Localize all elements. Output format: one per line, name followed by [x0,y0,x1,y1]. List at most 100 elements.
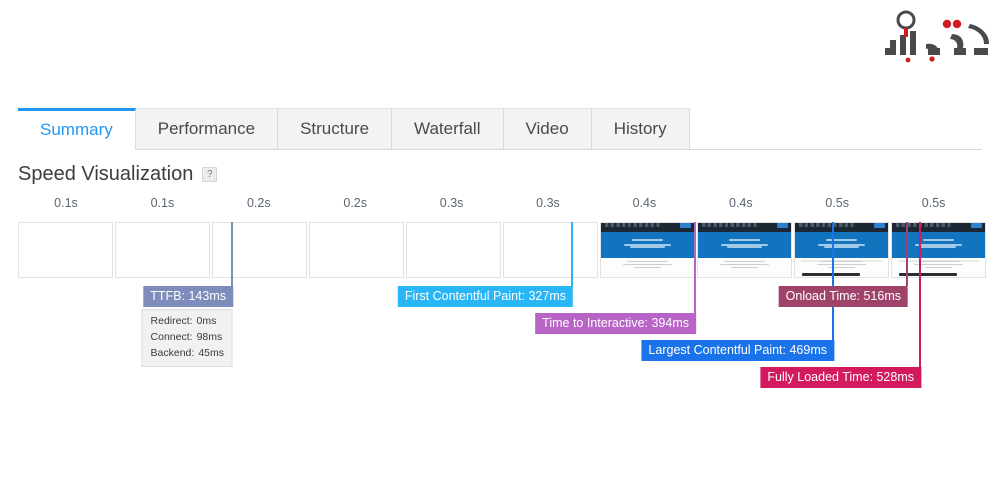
marker-label-onload-time[interactable]: Onload Time: 516ms [778,286,908,308]
filmstrip-frame[interactable] [115,222,210,278]
frame-hero [19,232,112,258]
tab-history[interactable]: History [591,108,690,149]
frame-nav-button [971,223,983,228]
tab-bar: Summary Performance Structure Waterfall Vide… [18,108,982,150]
frame-hero [116,232,209,258]
page-title: Speed Visualization [18,163,194,185]
frame-body [213,257,306,277]
tab-label: Waterfall [414,119,481,138]
timeline-tick: 0.3s [536,196,560,210]
frame-body-text [633,267,662,269]
tab-label: Video [525,119,569,138]
detail-label: Connect: [150,330,193,343]
marker-label-fully-loaded-time[interactable]: Fully Loaded Time: 528ms [760,367,921,389]
frame-nav-button [874,223,886,228]
frame-body [504,257,597,277]
detail-value: 0ms [196,315,217,327]
section-header: Speed Visualization ? [18,163,218,186]
frame-hero [504,232,597,258]
filmstrip-frame[interactable] [503,222,598,278]
detail-value: 45ms [198,346,224,359]
marker-line-onload-time [906,222,908,286]
detail-label: Redirect: [150,315,193,327]
frame-body-text [623,264,672,266]
timeline-tick: 0.2s [343,196,368,210]
frame-body-text [821,261,862,263]
frame-hero-text [922,239,955,242]
detail-row: Connect: 98ms [151,330,224,346]
filmstrip-frame[interactable] [18,222,113,278]
persian-logo-icon [885,10,989,63]
frame-nav-button [777,223,789,228]
frame-body-text [730,267,759,269]
frame-navbar [310,223,403,233]
tab-label: History [613,119,667,138]
frame-hero [601,232,694,258]
timeline-tick: 0.4s [728,196,753,210]
timeline-tick: 0.4s [632,196,657,210]
detail-label: Backend: [150,346,195,359]
detail-row: Backend: 45ms [151,346,224,362]
frame-body-text [918,261,959,263]
frame-hero [407,232,500,258]
frame-hero-text [825,239,858,242]
tab-label: Performance [157,119,256,138]
frame-product-image [899,273,958,277]
frame-body-text [720,264,769,266]
frame-body [407,257,500,277]
frame-nav-links [604,223,663,228]
frame-body [601,257,694,277]
frame-navbar [213,223,306,233]
marker-label-time-to-interactive[interactable]: Time to Interactive: 394ms [535,313,696,335]
marker-label-first-contentful-paint[interactable]: First Contentful Paint: 327ms [397,286,573,308]
marker-line-ttfb [231,222,233,286]
tab-performance[interactable]: Performance [135,108,279,149]
detail-value: 98ms [196,330,223,343]
marker-detail-ttfb: Redirect: 0ms Connect: 98ms Backend: 45ms [141,309,233,368]
frame-hero [698,232,791,258]
filmstrip-frame[interactable] [697,222,792,278]
speed-timeline: 0.1s 0.1s 0.2s 0.2s 0.3s 0.3s 0.4s 0.4s 0.5s 0.5s [0,196,1000,286]
tab-structure[interactable]: Structure [278,108,393,149]
filmstrip-frame[interactable] [794,222,889,278]
tab-summary[interactable]: Summary [18,108,136,150]
filmstrip-frame[interactable] [309,222,404,278]
frame-body [310,257,403,277]
frame-nav-button [680,223,692,228]
frame-body-text [724,261,765,263]
marker-label-ttfb[interactable]: TTFB: 143ms [143,286,233,308]
frame-navbar [116,223,209,233]
filmstrip-frame[interactable] [600,222,695,278]
frame-body [795,257,888,277]
timeline-tick: 0.1s [54,196,78,210]
marker-label-largest-contentful-paint[interactable]: Largest Contentful Paint: 469ms [641,340,834,362]
frame-nav-links [895,223,954,228]
frame-hero [213,232,306,258]
timeline-tick: 0.5s [921,196,946,210]
filmstrip-frame[interactable] [406,222,501,278]
frame-hero [310,232,403,258]
timeline-tick: 0.2s [246,196,271,210]
question-mark-icon[interactable]: ? [202,167,218,182]
tab-waterfall[interactable]: Waterfall [392,108,504,149]
tab-video[interactable]: Video [503,108,592,149]
filmstrip-frame[interactable] [212,222,307,278]
timeline-tick: 0.5s [825,196,850,210]
frame-hero-text [631,239,664,242]
detail-row: Redirect: 0ms [151,314,224,330]
frame-hero-text [823,245,860,248]
frame-nav-links [798,223,857,228]
frame-body [19,257,112,277]
frame-navbar [19,223,112,233]
tab-label: Summary [40,120,113,139]
marker-line-time-to-interactive [694,222,696,313]
site-logo[interactable] [852,4,992,68]
frame-body [698,257,791,277]
frame-body [116,257,209,277]
frame-hero-text [728,239,761,242]
frame-hero [795,232,888,258]
frame-navbar [504,223,597,233]
frame-navbar [795,223,888,233]
marker-line-first-contentful-paint [571,222,573,286]
timeline-tick: 0.3s [439,196,464,210]
